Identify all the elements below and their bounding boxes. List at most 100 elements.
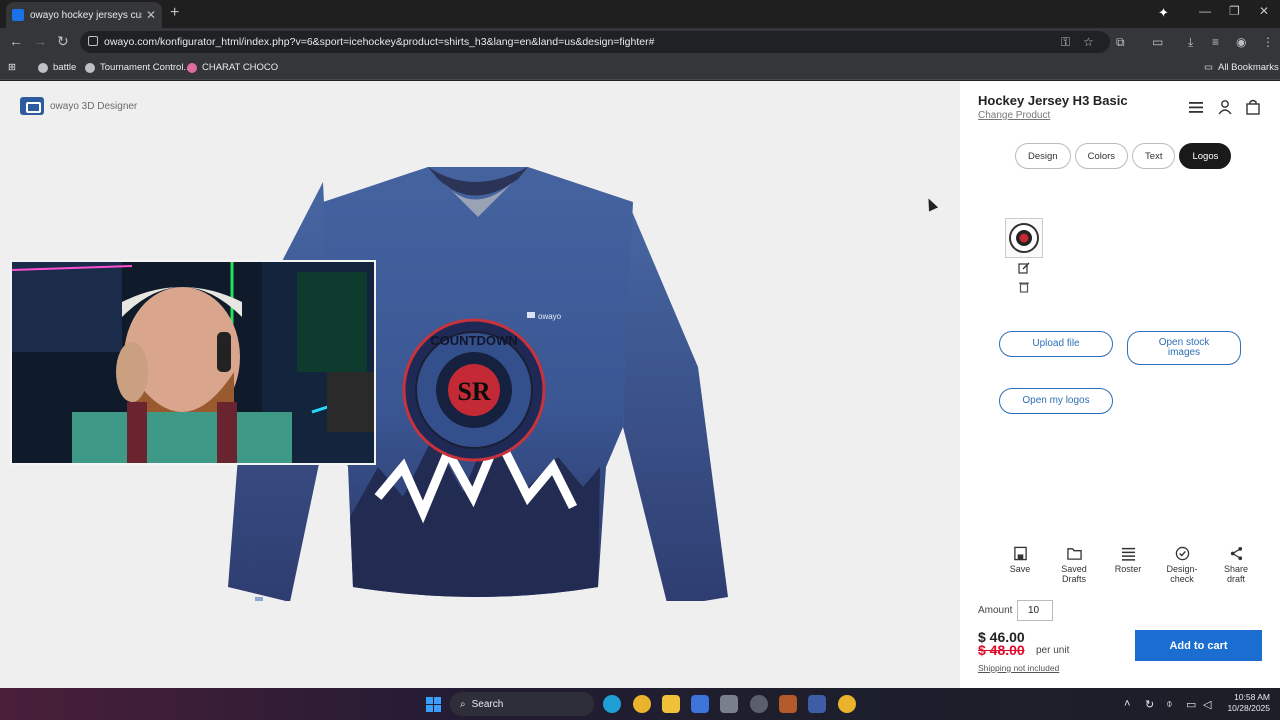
cast-icon[interactable]: ▭ <box>1152 35 1163 49</box>
mouse-cursor-icon <box>923 196 939 212</box>
per-unit-label: per unit <box>1036 645 1070 656</box>
owayo-favicon-icon <box>12 9 24 21</box>
reload-icon[interactable]: ↻ <box>57 33 69 50</box>
taskbar-search[interactable]: ⌕ Search <box>450 692 594 716</box>
crest-initials: SR <box>457 377 490 406</box>
bookmark-star-icon[interactable]: ☆ <box>1083 35 1094 49</box>
menu-dots-icon[interactable]: ⋮ <box>1262 35 1274 49</box>
search-icon: ⌕ <box>460 698 466 710</box>
upload-file-button[interactable]: Upload file <box>999 331 1113 357</box>
open-stock-images-button[interactable]: Open stock images <box>1127 331 1241 365</box>
original-price: $ 48.00 <box>978 642 1025 658</box>
delete-logo-icon[interactable] <box>1018 281 1030 293</box>
windows-taskbar: ⌕ Search ˄ ↻ ⌽ ▭ ◁ 10:58 AM 10/28/2025 <box>0 688 1280 720</box>
tab-text[interactable]: Text <box>1132 143 1176 169</box>
browser-tab[interactable]: owayo hockey jerseys custom m ✕ <box>6 2 162 28</box>
list-icon <box>1121 547 1135 561</box>
webcam-overlay <box>10 260 376 465</box>
countdown-logo-icon <box>1009 223 1039 253</box>
system-clock[interactable]: 10:58 AM 10/28/2025 <box>1222 692 1270 715</box>
brand-label: owayo 3D Designer <box>50 100 138 112</box>
back-icon[interactable]: ← <box>9 33 23 49</box>
clock-time: 10:58 AM <box>1234 692 1270 702</box>
edit-logo-icon[interactable] <box>1018 262 1030 274</box>
site-info-icon[interactable] <box>88 36 98 46</box>
bookmark-battle[interactable]: battle <box>38 62 76 73</box>
clock-date: 10/28/2025 <box>1227 703 1270 714</box>
browser-tab-bar: owayo hockey jerseys custom m ✕ + ✦ — ❐ … <box>0 0 1280 28</box>
url-text: owayo.com/konfigurator_html/index.php?v=… <box>104 36 655 48</box>
media-app-icon[interactable] <box>808 695 826 713</box>
folder-icon <box>1066 548 1082 560</box>
amount-label: Amount <box>978 605 1013 616</box>
store-icon[interactable] <box>691 695 709 713</box>
add-to-cart-button[interactable]: Add to cart <box>1135 630 1262 661</box>
maximize-icon[interactable]: ❐ <box>1229 4 1240 18</box>
apps-grid-icon[interactable]: ⊞ <box>8 62 16 73</box>
crest-text: COUNTDOWN <box>430 333 517 348</box>
tray-overflow-icon[interactable]: ˄ <box>1124 698 1130 710</box>
save-icon <box>1013 546 1027 561</box>
tab-logos[interactable]: Logos <box>1179 143 1232 169</box>
close-tab-icon[interactable]: ✕ <box>146 8 156 22</box>
browser-toolbar: ← → ↻ owayo.com/konfigurator_html/index.… <box>0 28 1280 56</box>
extensions-icon[interactable]: ⧉ <box>1116 35 1125 50</box>
obs-icon[interactable] <box>750 695 768 713</box>
chrome-active-icon[interactable] <box>838 695 856 713</box>
tab-colors[interactable]: Colors <box>1074 143 1129 169</box>
sparkle-icon[interactable]: ✦ <box>1158 5 1169 21</box>
file-explorer-icon[interactable] <box>662 695 680 713</box>
edge-icon[interactable] <box>603 695 621 713</box>
share-draft-button[interactable]: Share draft <box>1214 546 1258 585</box>
download-icon[interactable]: ⤓ <box>1188 35 1193 50</box>
profile-avatar[interactable]: ◉ <box>1236 35 1246 49</box>
save-button[interactable]: Save <box>998 546 1042 585</box>
sync-icon[interactable]: ↻ <box>1145 698 1154 711</box>
hamburger-menu-icon[interactable] <box>1188 99 1204 115</box>
minimize-icon[interactable]: — <box>1199 4 1211 18</box>
microphone-icon[interactable]: ⌽ <box>1166 698 1173 711</box>
product-title: Hockey Jersey H3 Basic <box>978 93 1128 108</box>
bookmark-charat[interactable]: CHARAT CHOCO <box>187 62 278 73</box>
tab-design[interactable]: Design <box>1015 143 1071 169</box>
webcam-feed-image <box>12 262 374 463</box>
page-content: owayo 3D Designer owayo SR COUNTDOWN Hoc… <box>0 81 1280 688</box>
configurator-sidebar: Hockey Jersey H3 Basic Change Product De… <box>960 81 1280 688</box>
amount-input[interactable]: 10 <box>1017 600 1053 621</box>
forward-icon[interactable]: → <box>33 33 47 49</box>
folder-icon: ▭ <box>1204 62 1213 73</box>
volume-icon[interactable]: ◁ <box>1203 698 1211 711</box>
windows-start-icon[interactable] <box>426 697 441 712</box>
address-bar[interactable]: owayo.com/konfigurator_html/index.php?v=… <box>80 31 1110 53</box>
all-bookmarks[interactable]: ▭ All Bookmarks <box>1204 62 1279 73</box>
media-icon[interactable]: ≡ <box>1212 35 1219 49</box>
password-key-icon[interactable]: ⚿ <box>1061 35 1070 50</box>
saved-drafts-button[interactable]: Saved Drafts <box>1052 546 1096 585</box>
monitor-icon[interactable]: ▭ <box>1186 698 1196 711</box>
chrome-icon[interactable] <box>633 695 651 713</box>
shipping-link[interactable]: Shipping not included <box>978 663 1059 673</box>
3d-viewer[interactable]: owayo 3D Designer owayo SR COUNTDOWN <box>0 81 960 688</box>
uploaded-logo-thumbnail[interactable] <box>1005 218 1043 258</box>
owayo-brand[interactable]: owayo 3D Designer <box>20 97 137 115</box>
close-window-icon[interactable]: ✕ <box>1259 4 1269 18</box>
share-icon <box>1230 546 1242 561</box>
charat-icon <box>187 62 197 73</box>
roster-button[interactable]: Roster <box>1106 546 1150 585</box>
user-account-icon[interactable] <box>1217 99 1233 115</box>
game-icon[interactable] <box>779 695 797 713</box>
design-check-button[interactable]: Design-check <box>1160 546 1204 585</box>
globe-icon <box>38 62 48 73</box>
tab-title: owayo hockey jerseys custom m <box>30 9 142 21</box>
owayo-logo-icon <box>20 97 44 115</box>
globe-icon <box>85 62 95 73</box>
right-sleeve <box>623 202 728 601</box>
shopping-bag-icon[interactable] <box>1245 99 1261 115</box>
open-my-logos-button[interactable]: Open my logos <box>999 388 1113 414</box>
check-circle-icon <box>1175 546 1189 561</box>
app-icon[interactable] <box>720 695 738 713</box>
bookmark-tournament[interactable]: Tournament Control... <box>85 62 191 73</box>
change-product-link[interactable]: Change Product <box>978 110 1050 121</box>
action-bar: Save Saved Drafts Roster Design-check Sh… <box>998 546 1258 585</box>
new-tab-icon[interactable]: + <box>170 4 179 22</box>
